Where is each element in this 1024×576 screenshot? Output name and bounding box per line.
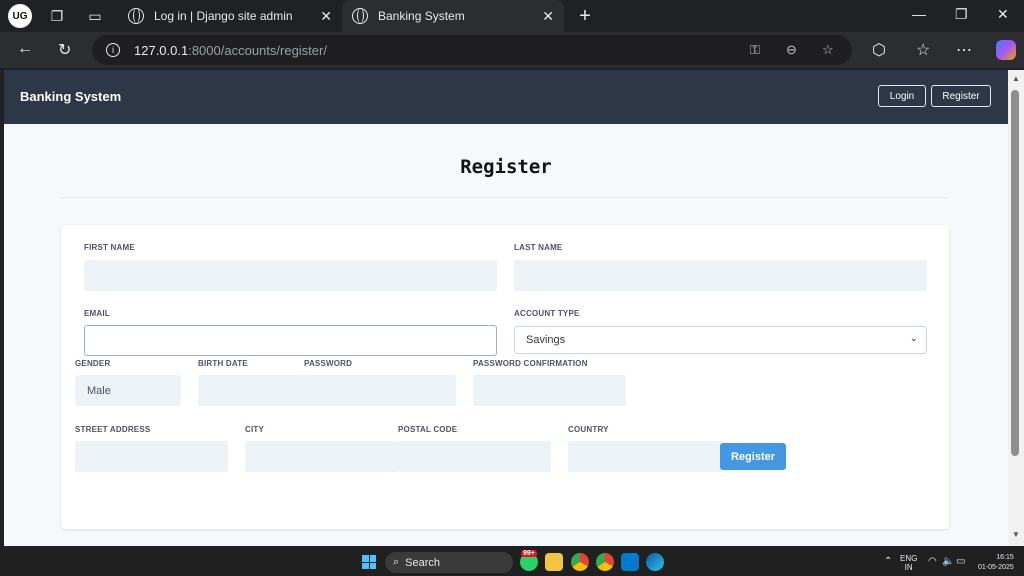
edge-icon[interactable]	[646, 553, 664, 571]
chevron-down-icon: ⌄	[909, 333, 918, 344]
key-icon[interactable]: ⚿	[750, 42, 760, 58]
password-input[interactable]	[304, 375, 456, 406]
site-info-icon[interactable]: i	[106, 43, 120, 57]
back-icon[interactable]: ←	[17, 40, 33, 58]
file-explorer-icon[interactable]	[545, 553, 563, 571]
birth-date-input[interactable]	[198, 375, 304, 406]
login-button[interactable]: Login	[878, 85, 926, 107]
street-address-input[interactable]	[75, 441, 228, 472]
first-name-input[interactable]	[84, 260, 497, 291]
postal-code-label: POSTAL CODE	[398, 425, 458, 434]
register-nav-button[interactable]: Register	[931, 85, 991, 107]
gender-select[interactable]: Male	[75, 375, 181, 406]
globe-icon	[128, 8, 144, 24]
city-label: CITY	[245, 425, 265, 434]
gender-label: GENDER	[75, 359, 111, 368]
browser-tab-strip: UG ❐ ▭ Log in | Django site admin ✕ Bank…	[0, 0, 1024, 32]
copilot-icon[interactable]	[996, 40, 1016, 60]
browser-toolbar: ← ↻ i 127.0.0.1:8000/accounts/register/ …	[0, 32, 1024, 68]
country-input[interactable]	[568, 441, 721, 472]
zoom-icon[interactable]: ⊖	[786, 42, 797, 58]
chrome-profile-icon[interactable]	[596, 553, 614, 571]
extensions-icon[interactable]: ⬡	[872, 40, 886, 60]
vertical-tabs-icon[interactable]: ▭	[82, 4, 108, 28]
password-label: PASSWORD	[304, 359, 353, 368]
email-label: EMAIL	[84, 309, 110, 318]
password-confirmation-input[interactable]	[473, 375, 626, 406]
address-bar[interactable]: i 127.0.0.1:8000/accounts/register/ ⚿ ⊖ …	[92, 35, 852, 65]
password-confirmation-label: PASSWORD CONFIRMATION	[473, 359, 588, 368]
restore-icon[interactable]: ❐	[955, 6, 968, 23]
app-header: Banking System Login Register	[4, 70, 1008, 124]
new-tab-button[interactable]: +	[572, 4, 598, 28]
notification-badge: 99+	[521, 550, 537, 557]
account-type-value: Savings	[526, 334, 566, 346]
search-icon: ⌕	[393, 556, 400, 568]
profile-avatar[interactable]: UG	[8, 4, 32, 28]
minimize-icon[interactable]: —	[912, 6, 926, 22]
url-text: 127.0.0.1:8000/accounts/register/	[134, 42, 327, 58]
last-name-input[interactable]	[514, 260, 927, 291]
battery-icon[interactable]: ▭	[956, 557, 965, 567]
tray-overflow-icon[interactable]: ⌃	[884, 557, 892, 567]
windows-start-icon[interactable]	[362, 555, 376, 569]
country-label: COUNTRY	[568, 425, 609, 434]
page-title: Register	[460, 156, 552, 178]
favorite-star-icon[interactable]: ☆	[822, 42, 834, 58]
globe-icon	[352, 8, 368, 24]
account-type-select[interactable]: Savings ⌄	[514, 326, 927, 354]
wifi-icon[interactable]: ◠	[928, 557, 937, 567]
title-divider	[60, 197, 948, 198]
favorites-icon[interactable]: ☆	[916, 40, 930, 60]
tab-title: Log in | Django site admin	[154, 9, 293, 23]
street-address-label: STREET ADDRESS	[75, 425, 151, 434]
tab-banking-system[interactable]: Banking System ✕	[342, 0, 564, 32]
scrollbar-thumb[interactable]	[1011, 90, 1019, 456]
city-input[interactable]	[245, 441, 398, 472]
scroll-down-icon[interactable]: ▼	[1012, 530, 1020, 539]
close-tab-icon[interactable]: ✕	[320, 8, 332, 25]
close-window-icon[interactable]: ✕	[997, 6, 1009, 23]
close-tab-icon[interactable]: ✕	[542, 8, 554, 25]
gender-value: Male	[87, 384, 111, 397]
system-clock[interactable]: 16:15 01-05-2025	[978, 553, 1014, 573]
brand-title[interactable]: Banking System	[20, 89, 121, 104]
tab-django-admin[interactable]: Log in | Django site admin ✕	[118, 0, 342, 32]
tab-title: Banking System	[378, 9, 465, 23]
taskbar-search-label: Search	[405, 556, 441, 569]
workspaces-icon[interactable]: ❐	[44, 4, 70, 28]
language-indicator[interactable]: ENG IN	[900, 554, 917, 572]
vscode-icon[interactable]	[621, 553, 639, 571]
first-name-label: FIRST NAME	[84, 243, 135, 252]
refresh-icon[interactable]: ↻	[58, 40, 71, 60]
birth-date-label: BIRTH DATE	[198, 359, 248, 368]
last-name-label: LAST NAME	[514, 243, 563, 252]
account-type-label: ACCOUNT TYPE	[514, 309, 580, 318]
taskbar-search[interactable]: ⌕ Search	[385, 552, 513, 573]
volume-icon[interactable]: 🔈	[942, 557, 954, 567]
register-form-card: FIRST NAME LAST NAME EMAIL ACCOUNT TYPE …	[61, 225, 949, 529]
chrome-icon[interactable]	[571, 553, 589, 571]
postal-code-input[interactable]	[398, 441, 551, 472]
email-input[interactable]	[84, 325, 497, 356]
scroll-up-icon[interactable]: ▲	[1012, 74, 1020, 83]
register-submit-button[interactable]: Register	[720, 443, 786, 470]
page-viewport: Banking System Login Register Register F…	[4, 70, 1008, 546]
settings-more-icon[interactable]: ⋯	[956, 40, 972, 60]
